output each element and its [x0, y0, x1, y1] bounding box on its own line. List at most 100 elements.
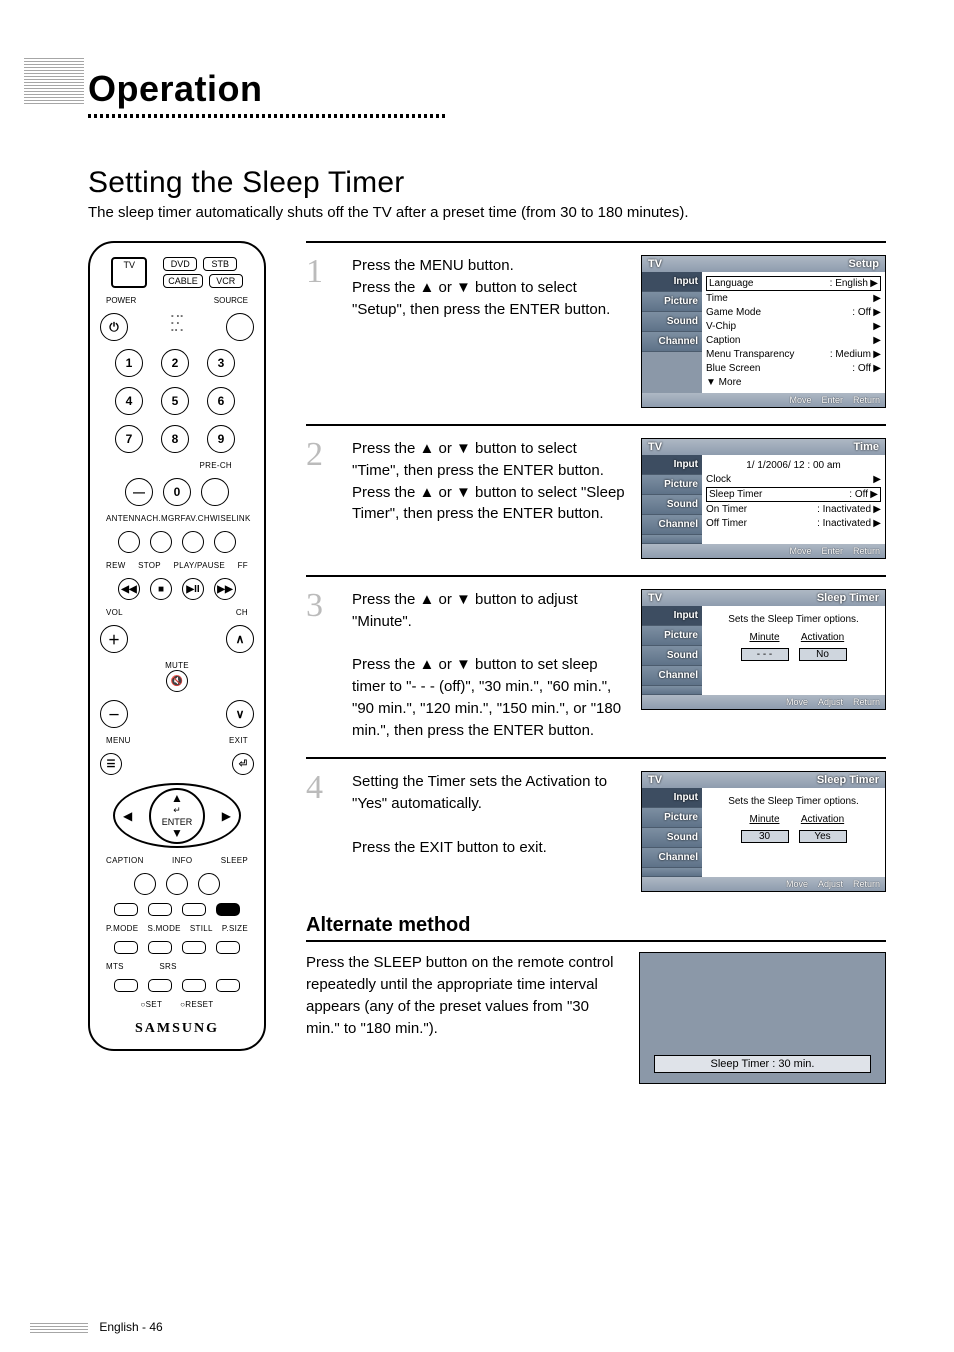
osd-row: Menu Transparency: Medium▶ — [706, 348, 881, 361]
osd-hint: Return — [853, 697, 880, 707]
osd-hint: Return — [853, 879, 880, 889]
color-b — [148, 903, 172, 916]
up-arrow-icon: ▲ — [171, 791, 183, 805]
osd-tab: Channel — [642, 332, 702, 352]
chmgr-button — [150, 531, 172, 553]
power-button: ⏻ — [100, 313, 128, 341]
osd-row: Language: English▶ — [706, 276, 881, 291]
digit-8: 8 — [161, 425, 189, 453]
osd-row: 1/ 1/2006/ 12 : 00 am — [706, 459, 881, 472]
menu-button: ☰ — [100, 753, 122, 775]
digit-2: 2 — [161, 349, 189, 377]
page-title: Setting the Sleep Timer — [88, 166, 886, 200]
ff-label: FF — [238, 561, 248, 570]
exit-button: ⏎ — [232, 753, 254, 775]
vol-label: VOL — [106, 608, 123, 617]
pmode-button — [114, 941, 138, 954]
stb-key: STB — [203, 257, 237, 271]
step-text: Press the ▲ or ▼ button to adjust "Minut… — [352, 589, 627, 741]
wiselink-button — [214, 531, 236, 553]
osd-field-headers: MinuteActivation — [706, 814, 881, 829]
srs-button — [148, 979, 172, 992]
info-label: INFO — [172, 856, 192, 865]
indicator-dots: ∘ ∘∘∘ ∘∘∘ ∘ — [171, 313, 184, 341]
osd-footer: MoveEnterReturn — [642, 393, 885, 407]
osd-tab: Sound — [642, 312, 702, 332]
osd-tab: Input — [642, 455, 702, 475]
still-button — [182, 941, 206, 954]
osd-tab: Sound — [642, 495, 702, 515]
digit-7: 7 — [115, 425, 143, 453]
caption-label: CAPTION — [106, 856, 144, 865]
mute-label: MUTE — [165, 661, 189, 670]
playpause-label: PLAY/PAUSE — [173, 561, 225, 570]
alternate-title: Alternate method — [306, 914, 886, 942]
sleep-button — [198, 873, 220, 895]
mts-button — [114, 979, 138, 992]
osd-field-values: - - -No — [706, 648, 881, 665]
step-number: 3 — [306, 589, 338, 741]
favch-button — [182, 531, 204, 553]
osd-panel: Language: English▶Time▶Game Mode: Off▶V-… — [702, 272, 885, 393]
rew-button: ◀◀ — [118, 578, 140, 600]
exit-label: EXIT — [229, 736, 248, 745]
digit-5: 5 — [161, 387, 189, 415]
osd-tabs: InputPictureSoundChannel — [642, 606, 702, 695]
osd-message: Sets the Sleep Timer options. — [706, 792, 881, 813]
menu-label: MENU — [106, 736, 131, 745]
number-pad: 1 2 3 4 5 6 7 8 9 — [115, 349, 239, 453]
source-label: SOURCE — [214, 296, 248, 305]
osd-titlebar: TVSetup — [642, 256, 885, 272]
prech-label: PRE-CH — [200, 461, 254, 470]
ch-up: ∧ — [226, 625, 254, 653]
chmgr-label: CH.MGR — [146, 514, 180, 523]
osd-footer: MoveAdjustReturn — [642, 695, 885, 709]
digit-0: 0 — [163, 478, 191, 506]
antenna-button — [118, 531, 140, 553]
set-label: ○SET — [141, 1000, 163, 1009]
osd-tab: Sound — [642, 646, 702, 666]
step: 2 Press the ▲ or ▼ button to select "Tim… — [306, 424, 886, 559]
digit-1: 1 — [115, 349, 143, 377]
osd-screenshot: TVSleep Timer InputPictureSoundChannelSe… — [641, 589, 886, 710]
color-d — [216, 903, 240, 916]
section-header: Operation — [88, 68, 448, 122]
osd-tab: Input — [642, 606, 702, 626]
footer-hatch — [30, 1323, 88, 1333]
sleep-label: SLEEP — [221, 856, 248, 865]
smode-label: S.MODE — [147, 924, 180, 933]
right-arrow-icon: ▶ — [222, 809, 231, 823]
vol-up: ＋ — [100, 625, 128, 653]
vcr-key: VCR — [209, 274, 243, 288]
step-text: Setting the Timer sets the Activation to… — [352, 771, 627, 892]
dash-key: — — [125, 478, 153, 506]
osd-tabs: InputPictureSoundChannel — [642, 272, 702, 393]
page-footer: English - 46 — [30, 1320, 163, 1334]
osd-row: Off Timer: Inactivated▶ — [706, 517, 881, 530]
osd-tab: Channel — [642, 515, 702, 535]
osd-panel: Sets the Sleep Timer options. MinuteActi… — [702, 788, 885, 877]
osd-hint: Move — [786, 697, 808, 707]
osd-field-headers: MinuteActivation — [706, 632, 881, 647]
osd-footer: MoveAdjustReturn — [642, 877, 885, 891]
digit-4: 4 — [115, 387, 143, 415]
dvd-key: DVD — [163, 257, 197, 271]
step: 1 Press the MENU button.Press the ▲ or ▼… — [306, 241, 886, 408]
step-text: Press the ▲ or ▼ button to select "Time"… — [352, 438, 627, 559]
osd-row: Clock▶ — [706, 473, 881, 486]
osd-hint: Return — [853, 546, 880, 556]
osd-tab: Channel — [642, 666, 702, 686]
osd-row: Time▶ — [706, 292, 881, 305]
source-button — [226, 313, 254, 341]
osd-panel: Sets the Sleep Timer options. MinuteActi… — [702, 606, 885, 695]
osd-message: Sets the Sleep Timer options. — [706, 610, 881, 631]
digit-9: 9 — [207, 425, 235, 453]
intro-text: The sleep timer automatically shuts off … — [88, 204, 886, 221]
osd-tab: Picture — [642, 808, 702, 828]
info-button — [166, 873, 188, 895]
ch-label: CH — [236, 608, 248, 617]
ch-down: ∨ — [226, 700, 254, 728]
osd-tab: Sound — [642, 828, 702, 848]
osd-row: Game Mode: Off▶ — [706, 306, 881, 319]
osd-hint: Return — [853, 395, 880, 405]
